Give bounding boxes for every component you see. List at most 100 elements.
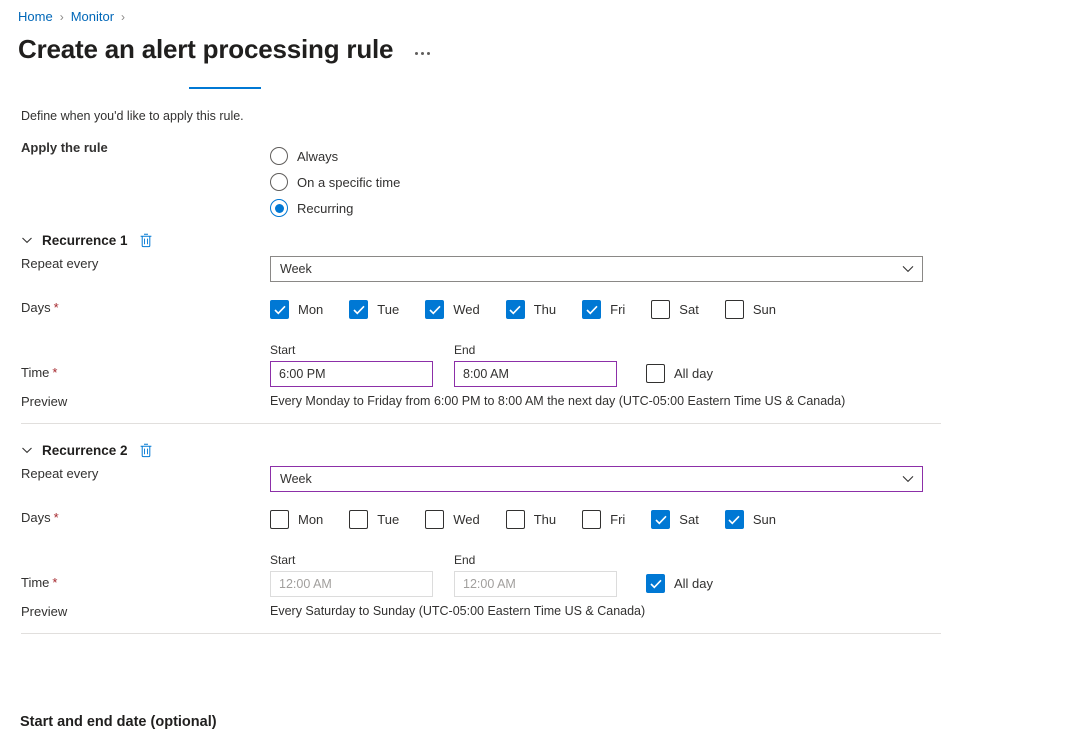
breadcrumb-item-monitor[interactable]: Monitor xyxy=(71,8,114,26)
apply-rule-label: Apply the rule xyxy=(0,140,270,155)
day-checkbox-tue[interactable]: Tue xyxy=(349,300,399,319)
day-label: Sat xyxy=(679,512,699,527)
section-divider xyxy=(21,633,941,634)
dropdown-value: Week xyxy=(280,472,312,486)
recurrence-2-time-row: Time* Start End All day xyxy=(0,539,1077,592)
chevron-down-icon[interactable] xyxy=(20,443,34,457)
all-day-label: All day xyxy=(674,366,713,381)
recurrence-2-repeat-row: Repeat every Week xyxy=(0,466,1077,496)
start-time-field: Start xyxy=(270,553,433,597)
start-time-field: Start xyxy=(270,343,433,387)
page-title: Create an alert processing rule xyxy=(18,33,393,65)
day-checkbox-thu[interactable]: Thu xyxy=(506,510,556,529)
recurrence-1-day-checkboxes: Mon Tue Wed Thu xyxy=(270,300,1077,319)
active-tab-indicator xyxy=(189,87,261,89)
day-checkbox-wed[interactable]: Wed xyxy=(425,510,480,529)
apply-rule-row: Apply the rule Always On a specific time… xyxy=(0,140,1077,224)
checkbox-box xyxy=(582,510,601,529)
repeat-every-label: Repeat every xyxy=(0,466,270,481)
required-asterisk: * xyxy=(54,510,59,525)
dropdown-value: Week xyxy=(280,262,312,276)
checkbox-box xyxy=(349,300,368,319)
checkbox-box xyxy=(582,300,601,319)
recurrence-2-day-checkboxes: Mon Tue Wed Thu xyxy=(270,510,1077,529)
day-label: Tue xyxy=(377,302,399,317)
checkbox-box xyxy=(725,300,744,319)
day-checkbox-fri[interactable]: Fri xyxy=(582,300,625,319)
day-label: Sat xyxy=(679,302,699,317)
breadcrumb-item-home[interactable]: Home xyxy=(18,8,53,26)
recurrence-2-preview-row: Preview Every Saturday to Sunday (UTC-05… xyxy=(0,592,1077,633)
days-label-text: Days xyxy=(21,300,51,315)
day-checkbox-mon[interactable]: Mon xyxy=(270,510,323,529)
end-time-field: End xyxy=(454,553,617,597)
apply-rule-radio-group: Always On a specific time Recurring xyxy=(270,140,1077,221)
checkbox-box xyxy=(646,364,665,383)
end-label: End xyxy=(454,343,617,357)
chevron-down-icon[interactable] xyxy=(20,233,34,247)
chevron-down-icon xyxy=(902,475,914,483)
recurrence-2-time-controls: Start End All day xyxy=(270,553,1077,597)
required-asterisk: * xyxy=(52,365,57,380)
intro-description: Define when you'd like to apply this rul… xyxy=(21,109,244,123)
recurrence-section-1: Recurrence 1 Repeat every Week xyxy=(0,224,1077,424)
delete-recurrence-icon[interactable] xyxy=(138,442,154,459)
day-label: Tue xyxy=(377,512,399,527)
recurrence-1-preview-row: Preview Every Monday to Friday from 6:00… xyxy=(0,382,1077,423)
day-checkbox-fri[interactable]: Fri xyxy=(582,510,625,529)
checkbox-box xyxy=(349,510,368,529)
all-day-label: All day xyxy=(674,576,713,591)
day-label: Fri xyxy=(610,302,625,317)
more-options-icon[interactable] xyxy=(413,48,432,59)
recurrence-section-2: Recurrence 2 Repeat every Week xyxy=(0,424,1077,634)
delete-recurrence-icon[interactable] xyxy=(138,232,154,249)
checkbox-box xyxy=(425,300,444,319)
all-day-checkbox[interactable]: All day xyxy=(646,574,713,593)
checkbox-box xyxy=(651,300,670,319)
required-asterisk: * xyxy=(54,300,59,315)
recurrence-2-header: Recurrence 2 xyxy=(0,434,1077,466)
day-checkbox-sun[interactable]: Sun xyxy=(725,300,776,319)
title-row: Create an alert processing rule xyxy=(18,33,432,65)
radio-option-on-a-specific-time[interactable]: On a specific time xyxy=(270,169,1077,195)
day-checkbox-sun[interactable]: Sun xyxy=(725,510,776,529)
recurrence-1-repeat-row: Repeat every Week xyxy=(0,256,1077,286)
checkbox-box xyxy=(506,300,525,319)
end-time-field: End xyxy=(454,343,617,387)
recurrence-preview-text: Every Saturday to Sunday (UTC-05:00 East… xyxy=(270,604,1077,618)
repeat-every-dropdown[interactable]: Week xyxy=(270,256,923,282)
radio-label: Always xyxy=(297,149,338,164)
radio-label: On a specific time xyxy=(297,175,400,190)
radio-mark-icon xyxy=(270,147,288,165)
recurrence-1-time-row: Time* Start End All day xyxy=(0,329,1077,382)
day-label: Sun xyxy=(753,302,776,317)
day-checkbox-wed[interactable]: Wed xyxy=(425,300,480,319)
day-checkbox-mon[interactable]: Mon xyxy=(270,300,323,319)
recurrence-2-days-row: Days* Mon Tue Wed xyxy=(0,496,1077,539)
day-checkbox-tue[interactable]: Tue xyxy=(349,510,399,529)
day-checkbox-thu[interactable]: Thu xyxy=(506,300,556,319)
radio-mark-icon xyxy=(270,199,288,217)
recurrence-form: Apply the rule Always On a specific time… xyxy=(0,140,1077,634)
recurrence-title: Recurrence 1 xyxy=(42,233,128,248)
breadcrumb: Home › Monitor › xyxy=(18,8,132,26)
preview-label: Preview xyxy=(0,394,270,409)
time-label-text: Time xyxy=(21,575,49,590)
checkbox-box xyxy=(646,574,665,593)
preview-label: Preview xyxy=(0,604,270,619)
radio-option-always[interactable]: Always xyxy=(270,143,1077,169)
recurrence-title: Recurrence 2 xyxy=(42,443,128,458)
day-checkbox-sat[interactable]: Sat xyxy=(651,300,699,319)
checkbox-box xyxy=(651,510,670,529)
day-label: Thu xyxy=(534,512,556,527)
day-label: Sun xyxy=(753,512,776,527)
breadcrumb-separator-icon: › xyxy=(60,8,64,26)
radio-option-recurring[interactable]: Recurring xyxy=(270,195,1077,221)
time-label-text: Time xyxy=(21,365,49,380)
repeat-every-label: Repeat every xyxy=(0,256,270,271)
all-day-checkbox[interactable]: All day xyxy=(646,364,713,383)
days-label-text: Days xyxy=(21,510,51,525)
checkbox-box xyxy=(725,510,744,529)
day-checkbox-sat[interactable]: Sat xyxy=(651,510,699,529)
repeat-every-dropdown[interactable]: Week xyxy=(270,466,923,492)
